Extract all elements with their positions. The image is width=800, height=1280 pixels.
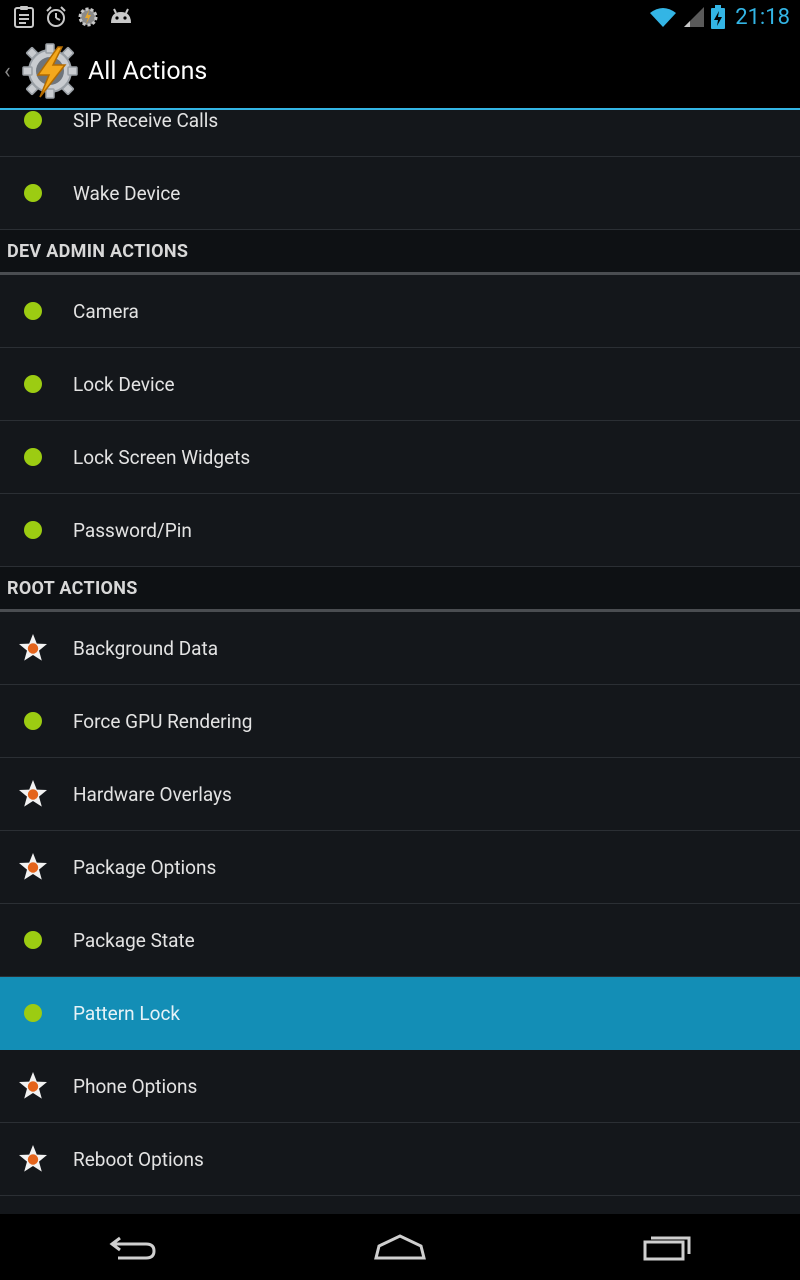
list-item-label: Phone Options: [73, 1074, 198, 1098]
up-navigation-icon[interactable]: ‹: [4, 59, 16, 84]
list-item[interactable]: SIP Receive Calls: [0, 110, 800, 157]
list-item[interactable]: Package State: [0, 904, 800, 977]
green-dot-icon: [24, 521, 42, 539]
section-header: ROOT ACTIONS: [0, 567, 800, 612]
android-icon: [111, 8, 131, 23]
tasker-app-icon[interactable]: [20, 41, 80, 101]
green-dot-icon: [24, 375, 42, 393]
green-dot-icon: [24, 111, 42, 129]
list-item-label: Background Data: [73, 636, 219, 660]
section-header-label: ROOT ACTIONS: [7, 577, 138, 599]
list-item-label: Package State: [73, 928, 195, 952]
battery-charging-icon: [711, 5, 726, 29]
section-header: DEV ADMIN ACTIONS: [0, 230, 800, 275]
list-item[interactable]: Hardware Overlays: [0, 758, 800, 831]
list-item[interactable]: [0, 1196, 800, 1214]
list-item[interactable]: Password/Pin: [0, 494, 800, 567]
star-icon: [19, 853, 47, 880]
list-item[interactable]: Force GPU Rendering: [0, 685, 800, 758]
back-button[interactable]: [73, 1214, 193, 1280]
list-item[interactable]: Package Options: [0, 831, 800, 904]
recent-apps-button[interactable]: [607, 1214, 727, 1280]
list-item-label: Lock Screen Widgets: [73, 445, 251, 469]
back-icon: [109, 1236, 156, 1260]
list-item-label: SIP Receive Calls: [73, 110, 219, 132]
list-item[interactable]: Camera: [0, 275, 800, 348]
wifi-icon: [650, 8, 677, 27]
green-dot-icon: [24, 931, 42, 949]
home-icon: [374, 1234, 426, 1260]
list-item-label: Password/Pin: [73, 518, 192, 542]
recent-apps-icon: [643, 1236, 691, 1261]
home-button[interactable]: [340, 1214, 460, 1280]
actions-list[interactable]: SIP Receive Calls Wake Device DEV ADMIN …: [0, 110, 800, 1214]
section-header-label: DEV ADMIN ACTIONS: [7, 240, 189, 262]
green-dot-icon: [24, 184, 42, 202]
list-item[interactable]: Wake Device: [0, 157, 800, 230]
green-dot-icon: [24, 712, 42, 730]
list-item[interactable]: Lock Screen Widgets: [0, 421, 800, 494]
star-icon: [19, 634, 47, 661]
page-title: All Actions: [88, 56, 208, 86]
list-item-label: Reboot Options: [73, 1147, 204, 1171]
tasker-gear-icon: [78, 7, 98, 27]
list-item-label: Force GPU Rendering: [73, 709, 253, 733]
clock: 21:18: [735, 4, 790, 30]
green-dot-icon: [24, 448, 42, 466]
action-bar: ‹ All Actions: [0, 34, 800, 110]
list-item[interactable]: Background Data: [0, 612, 800, 685]
green-dot-icon: [24, 1004, 42, 1022]
alarm-icon: [46, 6, 66, 27]
signal-icon: [684, 7, 705, 27]
list-item-label: Wake Device: [73, 181, 181, 205]
clipboard-icon: [14, 6, 34, 28]
list-item[interactable]: Reboot Options: [0, 1123, 800, 1196]
list-item-label: Hardware Overlays: [73, 782, 232, 806]
star-icon: [19, 1072, 47, 1099]
star-icon: [19, 1145, 47, 1172]
list-item[interactable]: Phone Options: [0, 1050, 800, 1123]
list-item-selected[interactable]: Pattern Lock: [0, 977, 800, 1050]
list-item-label: Lock Device: [73, 372, 175, 396]
list-item-label: Pattern Lock: [73, 1001, 181, 1025]
green-dot-icon: [24, 302, 42, 320]
list-item[interactable]: Lock Device: [0, 348, 800, 421]
list-item-label: Camera: [73, 299, 139, 323]
star-icon: [19, 780, 47, 807]
list-item-label: Package Options: [73, 855, 217, 879]
notification-icons: [0, 5, 134, 29]
status-bar: 21:18: [0, 0, 800, 34]
navigation-bar: [0, 1214, 800, 1280]
system-icons: 21:18: [649, 5, 800, 30]
